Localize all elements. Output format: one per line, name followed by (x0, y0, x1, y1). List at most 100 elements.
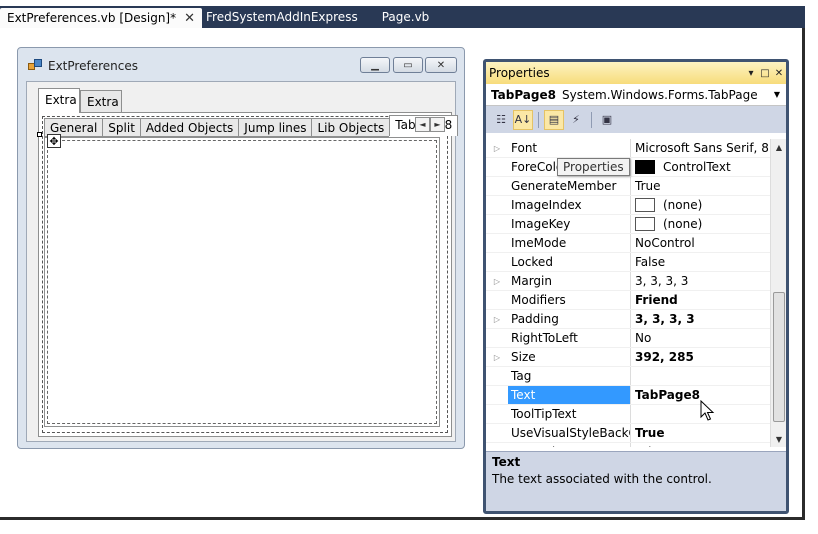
property-row[interactable]: ▷ Margin 3, 3, 3, 3 (486, 272, 770, 291)
property-row[interactable]: Tag (486, 367, 770, 386)
minimize-icon: ▁ (371, 59, 379, 71)
property-value[interactable]: False (631, 443, 770, 447)
property-value-text: True (635, 426, 665, 440)
tab-scroll-right-button[interactable]: ► (430, 117, 445, 132)
property-value[interactable]: ControlText (631, 158, 770, 176)
expand-icon[interactable]: ▷ (486, 272, 508, 290)
row-gutter (486, 291, 508, 309)
close-icon[interactable]: ✕ (772, 68, 786, 79)
tab-page-vb[interactable]: Page.vb (378, 6, 450, 28)
property-row[interactable]: UseWaitCursor False (486, 443, 770, 447)
chevron-down-icon[interactable]: ▼ (774, 90, 780, 99)
property-name[interactable]: Padding (508, 310, 631, 328)
maximize-button[interactable]: ▭ (393, 57, 423, 73)
property-value[interactable] (631, 367, 770, 385)
property-name[interactable]: UseVisualStyleBackColor (508, 424, 631, 442)
property-name[interactable]: Text (508, 386, 631, 404)
property-row[interactable]: ImeMode NoControl (486, 234, 770, 253)
property-row[interactable]: RightToLeft No (486, 329, 770, 348)
property-name[interactable]: ImageKey (508, 215, 631, 233)
property-name[interactable]: Font (508, 139, 631, 157)
maximize-icon[interactable]: □ (758, 68, 772, 79)
property-name[interactable]: GenerateMember (508, 177, 631, 195)
property-row[interactable]: ToolTipText (486, 405, 770, 424)
tab-scroll-left-button[interactable]: ◄ (415, 117, 430, 132)
property-row[interactable]: UseVisualStyleBackColor True (486, 424, 770, 443)
tab-label: Page.vb (381, 10, 430, 24)
property-value[interactable]: (none) (631, 215, 770, 233)
expand-icon[interactable]: ▷ (486, 310, 508, 328)
designed-form-window[interactable]: ExtPreferences ▁ ▭ ✕ Extra Extra General… (17, 47, 465, 449)
tab-fredsystemaddinexpress[interactable]: FredSystemAddInExpress (202, 6, 378, 28)
property-row[interactable]: Modifiers Friend (486, 291, 770, 310)
property-name[interactable]: RightToLeft (508, 329, 631, 347)
property-row[interactable]: GenerateMember True (486, 177, 770, 196)
property-name[interactable]: Tag (508, 367, 631, 385)
inner-tab-added-objects[interactable]: Added Objects (139, 118, 239, 137)
window-position-icon[interactable]: ▾ (744, 68, 758, 79)
property-value[interactable]: (none) (631, 196, 770, 214)
property-name[interactable]: Size (508, 348, 631, 366)
mouse-cursor-icon (700, 400, 715, 421)
outer-tab-panel[interactable]: General Split Added Objects Jump lines L… (37, 112, 459, 437)
property-value[interactable]: True (631, 177, 770, 195)
tabpage8-panel[interactable]: ✥ (44, 134, 440, 427)
expand-icon[interactable]: ▷ (486, 348, 508, 366)
events-button[interactable]: ⚡ (566, 110, 586, 130)
property-value[interactable]: 3, 3, 3, 3 (631, 272, 770, 290)
tab-extpreferences-design[interactable]: ExtPreferences.vb [Design]* ✕ (0, 8, 203, 28)
inner-tab-lib-objects[interactable]: Lib Objects (311, 118, 390, 137)
expand-icon[interactable]: ▷ (486, 139, 508, 157)
property-value[interactable]: 392, 285 (631, 348, 770, 366)
alphabetical-button[interactable]: A↓ (513, 109, 533, 130)
minimize-button[interactable]: ▁ (360, 57, 390, 73)
property-row[interactable]: ▷ Size 392, 285 (486, 348, 770, 367)
property-value[interactable]: NoControl (631, 234, 770, 252)
outer-tab-extra-1[interactable]: Extra (38, 88, 80, 113)
description-text: The text associated with the control. (492, 472, 712, 486)
property-name[interactable]: ImeMode (508, 234, 631, 252)
property-value[interactable]: True (631, 424, 770, 442)
property-pages-button[interactable]: ▣ (597, 110, 617, 130)
property-name[interactable]: Modifiers (508, 291, 631, 309)
move-handle-icon[interactable]: ✥ (47, 134, 61, 148)
property-grid[interactable]: ▷FontMicrosoft Sans Serif, 8.25ForeColor… (486, 139, 786, 447)
close-button[interactable]: ✕ (425, 57, 457, 73)
property-value-text: TabPage8 (635, 388, 700, 402)
property-pages-icon: ▣ (601, 113, 613, 126)
property-row[interactable]: ▷Font Microsoft Sans Serif, 8.25 (486, 139, 770, 158)
object-selector[interactable]: TabPage8 System.Windows.Forms.TabPage ▼ (486, 84, 786, 106)
property-value-text: (none) (663, 217, 703, 231)
property-row[interactable]: Text TabPage8 (486, 386, 770, 405)
outer-tab-extra-2[interactable]: Extra (80, 90, 122, 112)
property-grid-scrollbar[interactable]: ▲ ▼ (770, 139, 786, 447)
property-value[interactable]: Microsoft Sans Serif, 8.25 (631, 139, 770, 157)
properties-button[interactable]: ▤ (544, 109, 564, 130)
inner-tab-jump-lines[interactable]: Jump lines (238, 118, 312, 137)
property-name[interactable]: Margin (508, 272, 631, 290)
form-client-area[interactable]: Extra Extra General Split Added Objects … (26, 81, 459, 442)
property-row[interactable]: Locked False (486, 253, 770, 272)
property-name[interactable]: ToolTipText (508, 405, 631, 423)
selection-handle[interactable] (37, 132, 42, 137)
properties-titlebar[interactable]: Properties ▾ □ ✕ (486, 62, 786, 84)
categorized-button[interactable]: ☷ (491, 110, 511, 130)
scroll-thumb[interactable] (773, 292, 785, 422)
scroll-down-icon[interactable]: ▼ (771, 431, 786, 447)
property-name[interactable]: UseWaitCursor (508, 443, 631, 447)
form-titlebar[interactable]: ExtPreferences ▁ ▭ ✕ (18, 48, 464, 84)
inner-tab-split[interactable]: Split (102, 118, 140, 137)
scroll-up-icon[interactable]: ▲ (771, 139, 786, 155)
close-icon[interactable]: ✕ (184, 11, 195, 26)
property-name[interactable]: Locked (508, 253, 631, 271)
document-tab-strip: ExtPreferences.vb [Design]* ✕ FredSystem… (0, 6, 805, 28)
property-value[interactable]: No (631, 329, 770, 347)
property-row[interactable]: ▷ Padding 3, 3, 3, 3 (486, 310, 770, 329)
property-name[interactable]: ImageIndex (508, 196, 631, 214)
property-value[interactable]: 3, 3, 3, 3 (631, 310, 770, 328)
properties-window[interactable]: Properties ▾ □ ✕ TabPage8 System.Windows… (483, 59, 789, 514)
property-value[interactable]: False (631, 253, 770, 271)
property-row[interactable]: ImageIndex (none) (486, 196, 770, 215)
property-row[interactable]: ImageKey (none) (486, 215, 770, 234)
property-value[interactable]: Friend (631, 291, 770, 309)
